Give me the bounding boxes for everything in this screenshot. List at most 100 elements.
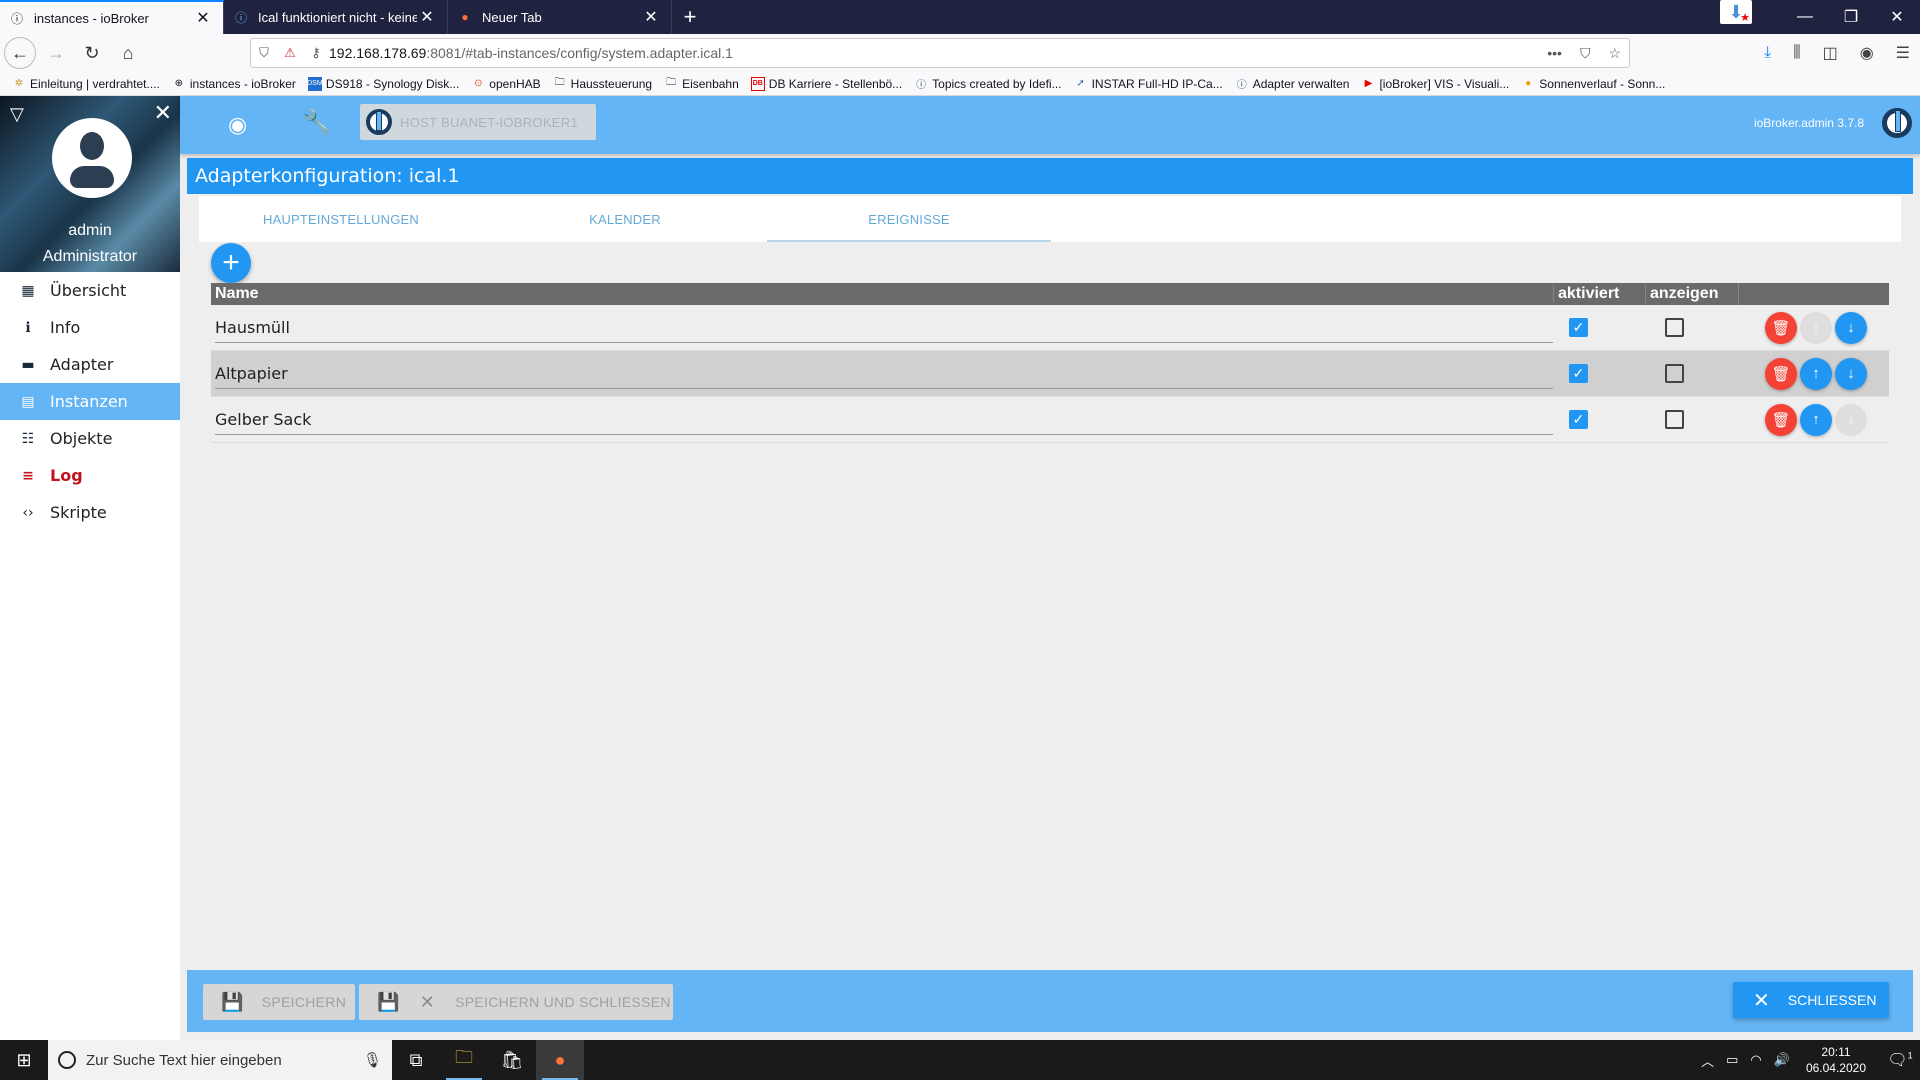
bookmark-star-icon[interactable]: ☆: [1608, 45, 1621, 62]
bookmark-item[interactable]: ● Sonnenverlauf - Sonn...: [1521, 77, 1665, 91]
aktiviert-checkbox[interactable]: ✓: [1569, 410, 1588, 429]
browser-tab-new[interactable]: ● Neuer Tab ✕: [448, 0, 672, 34]
tab-label: instances - ioBroker: [34, 10, 149, 26]
config-tabs: HAUPTEINSTELLUNGEN KALENDER EREIGNISSE: [199, 196, 1901, 242]
taskbar-search[interactable]: Zur Suche Text hier eingeben 🎙: [48, 1040, 392, 1080]
collapse-triangle-icon[interactable]: ▽: [10, 104, 24, 125]
tab-ereignisse[interactable]: EREIGNISSE: [767, 196, 1051, 242]
bookmark-item[interactable]: ✲ Einleitung | verdrahtet....: [12, 77, 160, 91]
bookmark-label: INSTAR Full-HD IP-Ca...: [1091, 76, 1223, 91]
event-name-input[interactable]: Altpapier: [215, 359, 1553, 389]
browser-tab-ical[interactable]: ⓘ Ical funktioniert nicht - keine E ✕: [224, 0, 448, 34]
anzeigen-checkbox[interactable]: [1665, 318, 1684, 337]
save-label: SPEICHERN: [261, 994, 347, 1010]
back-button[interactable]: ←: [4, 37, 36, 69]
store-icon[interactable]: 🛍: [488, 1040, 536, 1080]
close-window-button[interactable]: ✕: [1874, 0, 1920, 34]
trash-icon: 🗑: [1771, 365, 1791, 383]
close-tab-icon[interactable]: ✕: [417, 7, 437, 27]
restore-button[interactable]: ❐: [1828, 0, 1874, 34]
delete-button[interactable]: 🗑: [1765, 403, 1797, 436]
task-view-icon[interactable]: ⧉: [392, 1040, 440, 1080]
forward-button[interactable]: →: [40, 37, 72, 69]
column-header-anzeigen: anzeigen: [1645, 285, 1738, 303]
sidebar-item-adapter[interactable]: ▬ Adapter: [0, 346, 180, 383]
sidebar-item-log[interactable]: ≡ Log: [0, 457, 180, 494]
arrow-down-icon: ↓: [1847, 365, 1855, 382]
tab-kalender[interactable]: KALENDER: [483, 196, 767, 242]
volume-icon[interactable]: 🔊: [1774, 1052, 1790, 1068]
url-bar[interactable]: ⛉ ⚠ ⚷ 192.168.178.69:8081/#tab-instances…: [250, 38, 1630, 68]
sidebar-item-instanzen[interactable]: ▤ Instanzen: [0, 383, 180, 420]
host-button[interactable]: HOST BUANET-IOBROKER1: [360, 104, 596, 140]
anzeigen-checkbox[interactable]: [1665, 410, 1684, 429]
close-tab-icon[interactable]: ✕: [193, 8, 213, 28]
delete-button[interactable]: 🗑: [1765, 357, 1797, 390]
sidebar-item-uebersicht[interactable]: ▦ Übersicht: [0, 272, 180, 309]
tab-haupteinstellungen[interactable]: HAUPTEINSTELLUNGEN: [199, 196, 483, 242]
move-down-button[interactable]: ↓: [1835, 311, 1867, 344]
bookmark-item[interactable]: ⊙ openHAB: [471, 77, 541, 91]
eye-icon[interactable]: ◉: [228, 112, 247, 138]
file-explorer-icon[interactable]: 🗀: [440, 1040, 488, 1080]
wrench-icon[interactable]: 🔧: [302, 108, 332, 137]
bookmark-item[interactable]: 🗀 Haussteuerung: [553, 77, 652, 91]
windows-start-icon[interactable]: ⊞: [0, 1040, 48, 1080]
event-name-input[interactable]: Gelber Sack: [215, 405, 1553, 435]
save-button[interactable]: 💾 SPEICHERN: [203, 984, 355, 1020]
bookmark-item[interactable]: ⓘ Topics created by Idefi...: [914, 77, 1061, 92]
close-tab-icon[interactable]: ✕: [641, 7, 661, 27]
delete-button[interactable]: 🗑: [1765, 311, 1797, 344]
bookmarks-bar: ✲ Einleitung | verdrahtet.... ⊕ instances …: [0, 72, 1920, 96]
chevron-up-icon[interactable]: ︿: [1701, 1051, 1714, 1070]
clock[interactable]: 20:11 06.04.2020: [1806, 1044, 1866, 1076]
windows-taskbar: ⊞ Zur Suche Text hier eingeben 🎙 ⧉ 🗀 🛍 ●…: [0, 1040, 1920, 1080]
instances-icon: ▤: [21, 393, 35, 410]
minimize-button[interactable]: —: [1782, 0, 1828, 34]
new-tab-button[interactable]: +: [672, 0, 708, 34]
key-icon[interactable]: ⚷: [303, 45, 329, 61]
more-actions-icon[interactable]: •••: [1547, 45, 1562, 62]
firefox-icon[interactable]: ●: [536, 1040, 584, 1080]
sidebar-item-objekte[interactable]: ☷ Objekte: [0, 420, 180, 457]
move-up-button[interactable]: ↑: [1800, 403, 1832, 436]
move-up-button[interactable]: ↑: [1800, 357, 1832, 390]
shield-icon[interactable]: ⛉: [251, 45, 277, 61]
wifi-icon[interactable]: ◠: [1750, 1052, 1761, 1068]
anzeigen-checkbox[interactable]: [1665, 364, 1684, 383]
insecure-lock-icon[interactable]: ⚠: [277, 45, 303, 61]
library-icon[interactable]: ⫼: [1793, 44, 1800, 62]
hamburger-menu-icon[interactable]: ☰: [1896, 43, 1910, 63]
bookmark-item[interactable]: ⊕ instances - ioBroker: [172, 77, 296, 91]
bookmark-item[interactable]: DSM DS918 - Synology Disk...: [307, 76, 459, 91]
event-name-input[interactable]: Hausmüll: [215, 313, 1553, 343]
sidebar-item-info[interactable]: ℹ Info: [0, 309, 180, 346]
downloads-icon[interactable]: ⤓: [1764, 44, 1771, 62]
download-extension-icon[interactable]: ⬇ ★: [1720, 0, 1752, 24]
bookmark-item[interactable]: ➚ INSTAR Full-HD IP-Ca...: [1074, 76, 1223, 91]
aktiviert-checkbox[interactable]: ✓: [1569, 364, 1588, 383]
battery-icon[interactable]: ▭: [1726, 1052, 1738, 1068]
bookmark-item[interactable]: ▶ [ioBroker] VIS - Visuali...: [1361, 77, 1510, 91]
microphone-icon[interactable]: 🎙: [363, 1051, 382, 1069]
close-sidebar-icon[interactable]: ✕: [154, 100, 172, 126]
iobroker-icon: ⓘ: [234, 10, 247, 25]
pocket-icon[interactable]: ⛉: [1580, 45, 1591, 62]
move-down-button[interactable]: ↓: [1835, 357, 1867, 390]
browser-tab-instances[interactable]: ⓘ instances - ioBroker ✕: [0, 0, 224, 34]
add-event-button[interactable]: +: [211, 243, 251, 283]
sidebar-toggle-icon[interactable]: ◫: [1823, 43, 1838, 63]
home-button[interactable]: ⌂: [112, 37, 144, 69]
bookmark-item[interactable]: DB DB Karriere - Stellenbö...: [750, 76, 902, 91]
bookmark-item[interactable]: 🗀 Eisenbahn: [664, 77, 739, 91]
aktiviert-checkbox[interactable]: ✓: [1569, 318, 1588, 337]
account-icon[interactable]: ◉: [1860, 43, 1874, 63]
notification-center-icon[interactable]: 🗨1: [1880, 1050, 1920, 1070]
reload-button[interactable]: ↻: [76, 37, 108, 69]
bookmark-item[interactable]: ⓘ Adapter verwalten: [1235, 77, 1350, 92]
dsm-icon: DSM: [307, 76, 323, 91]
sidebar-item-skripte[interactable]: ‹› Skripte: [0, 494, 180, 531]
save-and-close-button[interactable]: 💾 ✕ SPEICHERN UND SCHLIESSEN: [359, 984, 673, 1020]
close-button[interactable]: ✕ SCHLIESSEN: [1733, 982, 1889, 1018]
arrow-up-icon: ↑: [1812, 319, 1820, 336]
